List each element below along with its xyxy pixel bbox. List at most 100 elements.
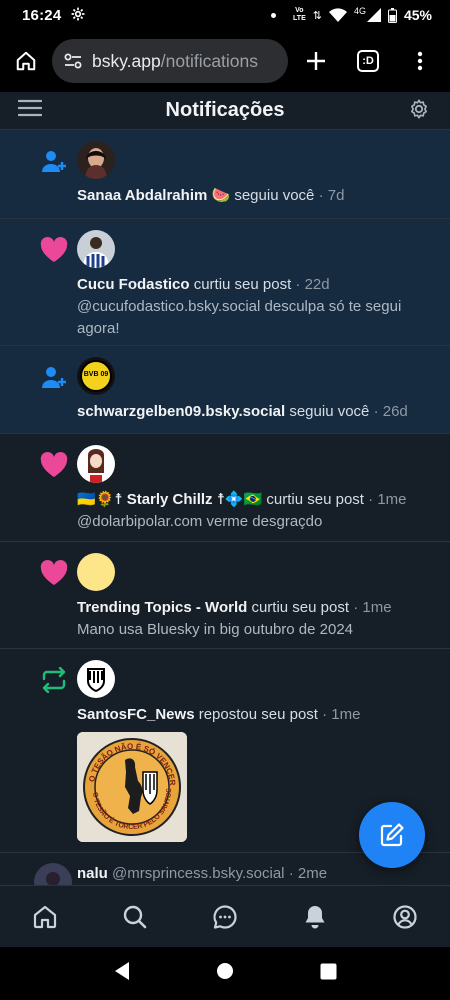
action-text: seguiu você [289,403,370,420]
follow-type-icon [0,346,77,433]
notification-text: schwarzgelben09.bsky.social seguiu você … [77,401,438,423]
repost-icon [0,649,77,852]
notifications-feed[interactable]: Sanaa Abdalrahim 🍉 seguiu você · 7d Cucu… [0,130,450,885]
browser-toolbar: bsky.app/notifications :D [0,30,450,92]
site-settings-icon[interactable] [60,53,86,69]
heart-icon [0,219,77,345]
notification-dot-icon [271,12,277,18]
action-text: repostou seu post [198,706,318,723]
avatar[interactable]: BVB 09 [77,357,115,395]
avatar[interactable] [77,553,115,591]
notification-text: Sanaa Abdalrahim 🍉 seguiu você · 7d [77,185,438,207]
notification-text: Trending Topics - World curtiu seu post … [77,597,438,619]
home-icon [16,51,36,71]
home-icon [33,905,57,928]
embedded-image[interactable]: O TESÃO NÃO É SÓ VENCER O TESÃO É TORCER… [77,732,187,842]
tab-count-icon: :D [357,50,379,72]
plus-icon [307,52,325,70]
notification-item[interactable]: BVB 09 schwarzgelben09.bsky.social segui… [0,346,450,434]
action-text: seguiu você [234,187,315,204]
profile-icon [393,904,417,929]
timestamp: · 26d [373,403,408,420]
wifi-icon [328,8,347,22]
back-button[interactable] [113,961,131,986]
timestamp: · 7d [318,187,345,204]
author-handle[interactable]: @mrsprincess.bsky.social [112,865,285,882]
avatar[interactable] [34,863,72,885]
heart-icon [0,434,77,541]
author-name[interactable]: Sanaa Abdalrahim 🍉 [77,187,230,204]
author-name[interactable]: Cucu Fodastico [77,276,190,293]
battery-icon [387,7,397,23]
data-arrows-icon: ⇅ [312,9,322,22]
app-header: Notificações [0,92,450,130]
author-name[interactable]: 🇺🇦🌻☨ Starly Chillz ☨💠🇧🇷 [77,491,262,508]
volte-icon: Vo LTE [293,7,306,22]
bottom-tab-bar [0,885,450,947]
notification-text: SantosFC_News repostou seu post · 1me [77,704,438,726]
timestamp: · 22d [295,276,330,293]
recents-square-icon [320,963,337,979]
avatar[interactable] [77,445,115,483]
avatar[interactable] [77,141,115,179]
action-text: curtiu seu post [251,599,350,616]
timestamp: · 1me [368,491,407,508]
url-domain: bsky.app [92,50,161,71]
author-name[interactable]: Trending Topics - World [77,599,247,616]
hamburger-icon [17,99,43,117]
author-name[interactable]: nalu [77,865,108,882]
new-tab-button[interactable] [290,35,342,87]
status-bar: 16:24 Vo LTE ⇅ 4G 45% [0,0,450,30]
recents-button[interactable] [320,963,337,985]
avatar[interactable] [77,230,115,268]
notification-text: Cucu Fodastico curtiu seu post · 22d [77,274,438,296]
notification-item[interactable]: Sanaa Abdalrahim 🍉 seguiu você · 7d [0,130,450,219]
compose-button[interactable] [359,802,425,868]
tab-home[interactable] [19,891,71,943]
menu-button[interactable] [17,98,43,123]
chat-bubble-icon [213,904,237,929]
settings-notification-icon [71,7,85,24]
author-name[interactable]: SantosFC_News [77,706,195,723]
bell-icon [305,905,325,928]
url-path: /notifications [160,50,259,71]
timestamp: · 1me [322,706,361,723]
post-preview[interactable]: @dolarbipolar.com verme desgraçdo [77,511,438,533]
follow-type-icon [0,130,77,218]
page-title: Notificações [165,99,285,121]
author-name[interactable]: schwarzgelben09.bsky.social [77,403,285,420]
action-text: curtiu seu post [266,491,364,508]
tab-search[interactable] [109,891,161,943]
notification-item[interactable]: Cucu Fodastico curtiu seu post · 22d @cu… [0,219,450,346]
back-triangle-icon [114,962,129,980]
system-navigation-bar [0,947,450,1000]
tab-profile[interactable] [379,891,431,943]
network-type-label: 4G [353,6,366,16]
more-vert-icon [417,51,423,71]
post-preview[interactable]: @cucufodastico.bsky.social desculpa só t… [77,296,438,340]
notification-item[interactable]: 🇺🇦🌻☨ Starly Chillz ☨💠🇧🇷 curtiu seu post … [0,434,450,542]
avatar[interactable] [77,660,115,698]
post-preview[interactable]: Mano usa Bluesky in big outubro de 2024 [77,619,438,641]
notification-settings-button[interactable] [408,98,430,125]
search-icon [123,905,147,928]
tab-switcher-button[interactable]: :D [342,35,394,87]
status-time: 16:24 [22,6,62,24]
home-nav-button[interactable] [216,962,234,985]
gear-icon [411,99,427,119]
timestamp: · 1me [353,599,392,616]
signal-icon [366,8,381,22]
avatar-badge-text: BVB 09 [84,371,109,378]
timestamp: · 2me [288,865,328,882]
browser-menu-button[interactable] [394,35,446,87]
heart-icon [0,542,77,648]
tab-notifications[interactable] [289,891,341,943]
home-button[interactable] [0,35,52,87]
notification-text: 🇺🇦🌻☨ Starly Chillz ☨💠🇧🇷 curtiu seu post … [77,489,438,511]
action-text: curtiu seu post [193,276,292,293]
notification-item[interactable]: Trending Topics - World curtiu seu post … [0,542,450,649]
tab-chat[interactable] [199,891,251,943]
status-icons: Vo LTE ⇅ 4G 45% [271,6,432,23]
address-bar[interactable]: bsky.app/notifications [52,39,288,83]
compose-icon [380,823,404,847]
